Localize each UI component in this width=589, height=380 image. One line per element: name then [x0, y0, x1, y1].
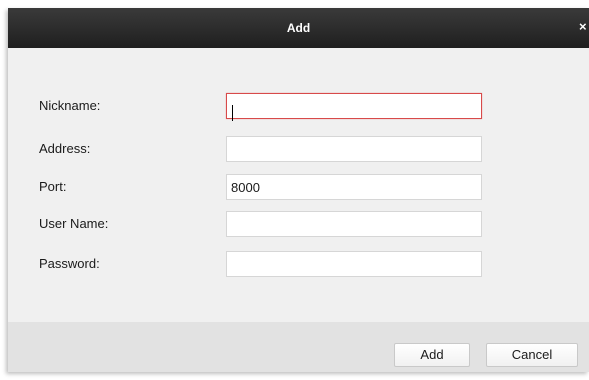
port-input[interactable]	[226, 174, 482, 200]
close-icon[interactable]: ×	[579, 20, 589, 34]
password-label: Password:	[39, 256, 100, 271]
nickname-input[interactable]	[226, 93, 482, 119]
dialog-title: Add	[286, 21, 311, 35]
add-button[interactable]: Add	[394, 343, 470, 367]
port-label: Port:	[39, 179, 67, 194]
cancel-button[interactable]: Cancel	[486, 343, 578, 367]
password-input[interactable]	[226, 251, 482, 277]
username-label: User Name:	[39, 216, 109, 231]
address-label: Address:	[39, 141, 91, 156]
address-input[interactable]	[226, 136, 482, 162]
nickname-label: Nickname:	[39, 98, 101, 113]
text-caret	[232, 105, 233, 121]
username-input[interactable]	[226, 211, 482, 237]
add-device-dialog: Add × Nickname: Address: Port: User Name…	[8, 8, 589, 372]
